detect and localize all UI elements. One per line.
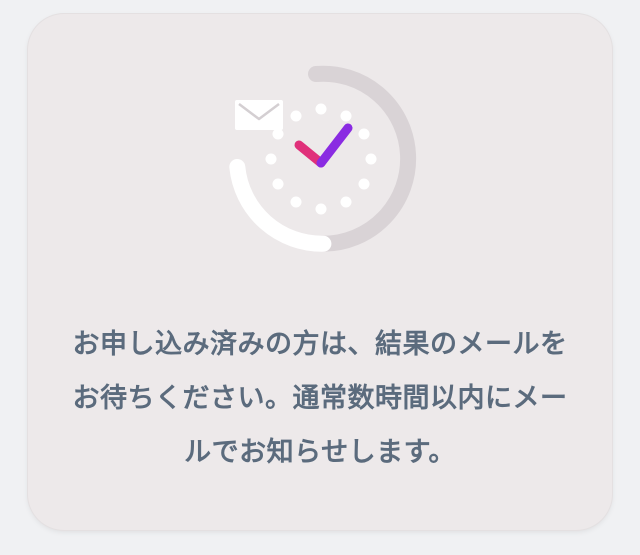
check-icon bbox=[294, 123, 353, 168]
notice-line: ルでお知らせします。 bbox=[184, 437, 456, 468]
waiting-illustration bbox=[229, 65, 417, 252]
notice-message: お申し込み済みの方は、結果のメールを お待ちください。通常数時間以内にメー ルで… bbox=[48, 318, 592, 480]
notice-line: お待ちください。通常数時間以内にメー bbox=[72, 383, 568, 414]
progress-fill-arc bbox=[229, 159, 332, 252]
notice-card: お申し込み済みの方は、結果のメールを お待ちください。通常数時間以内にメー ルで… bbox=[28, 14, 612, 530]
notice-line: お申し込み済みの方は、結果のメールを bbox=[72, 329, 568, 360]
envelope-icon bbox=[235, 100, 283, 130]
